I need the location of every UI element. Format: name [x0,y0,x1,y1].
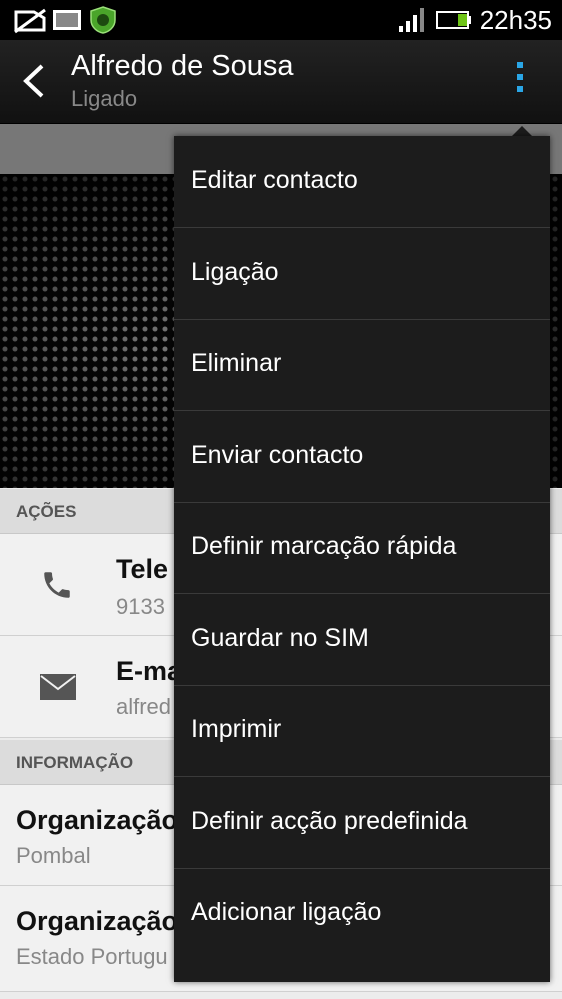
email-label: E-ma [116,656,183,686]
overflow-menu: Editar contacto Ligação Eliminar Enviar … [174,136,550,982]
section-label: INFORMAÇÃO [16,753,134,772]
organization-label: Organização [16,906,179,936]
menu-item-send-contact[interactable]: Enviar contacto [174,411,550,503]
back-arrow-icon[interactable] [18,62,52,100]
menu-item-print[interactable]: Imprimir [174,685,550,777]
phone-number: 9133 [116,594,165,619]
menu-item-add-link[interactable]: Adicionar ligação [174,868,550,959]
phone-label: Tele [116,554,169,584]
menu-item-speed-dial[interactable]: Definir marcação rápida [174,502,550,594]
section-label: AÇÕES [16,502,77,521]
menu-item-save-to-sim[interactable]: Guardar no SIM [174,594,550,686]
organization-value: Pombal [16,843,91,868]
phone-icon [44,572,70,598]
email-icon [40,674,76,700]
image-notification-icon [53,10,81,30]
menu-item-delete[interactable]: Eliminar [174,319,550,411]
battery-icon [436,11,471,29]
overflow-menu-icon[interactable] [508,62,532,106]
menu-item-link[interactable]: Ligação [174,228,550,320]
status-bar: 22h35 [0,0,562,40]
contact-status: Ligado [71,86,138,111]
email-address: alfred [116,694,172,719]
menu-pointer [512,126,532,136]
contact-name: Alfredo de Sousa [71,50,294,82]
organization-label: Organização [16,805,179,835]
menu-item-default-action[interactable]: Definir acção predefinida [174,777,550,869]
action-bar: Alfredo de Sousa Ligado [0,40,562,124]
no-sim-icon [14,8,46,34]
menu-item-edit-contact[interactable]: Editar contacto [174,136,550,228]
security-shield-icon [90,6,116,34]
status-time: 22h35 [479,5,552,35]
organization-value: Estado Portugu [16,944,168,969]
signal-icon [399,8,424,32]
